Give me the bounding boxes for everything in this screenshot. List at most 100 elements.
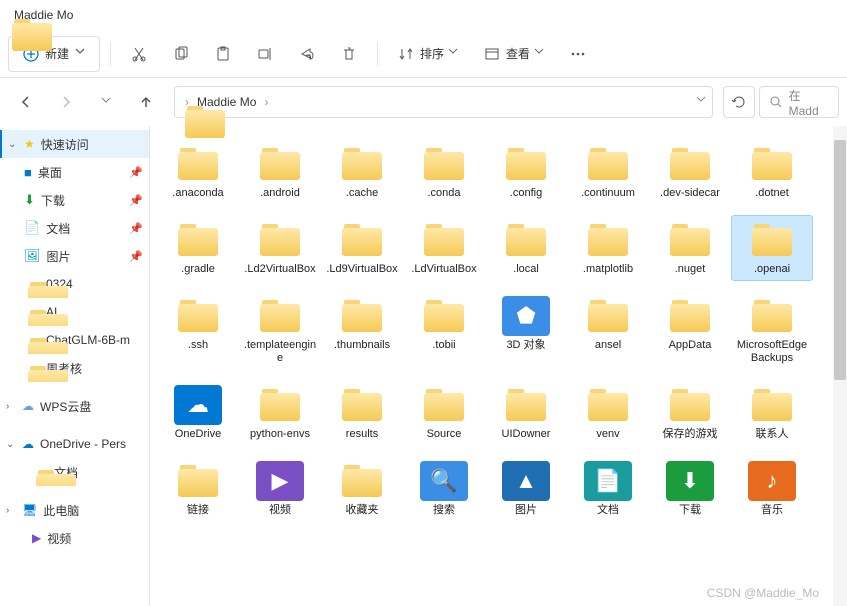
- share-button[interactable]: [289, 36, 325, 72]
- file-item[interactable]: .LdVirtualBox: [404, 216, 484, 280]
- breadcrumb-seg[interactable]: Maddie Mo: [193, 93, 260, 111]
- chevron-down-icon: ⌄: [6, 439, 16, 450]
- folder-icon: [666, 385, 714, 425]
- file-label: .thumbnails: [334, 339, 390, 352]
- file-item[interactable]: 链接: [158, 457, 238, 521]
- file-item[interactable]: .tobii: [404, 292, 484, 369]
- file-item[interactable]: .templateengine: [240, 292, 320, 369]
- pc-icon: 🖥: [22, 503, 37, 517]
- file-label: 保存的游戏: [663, 428, 718, 441]
- file-item[interactable]: ⬟3D 对象: [486, 292, 566, 369]
- search-input[interactable]: 在 Madd: [759, 86, 839, 118]
- file-label: .conda: [427, 187, 460, 200]
- sidebar-onedrive[interactable]: ⌄ ☁ OneDrive - Pers: [0, 430, 149, 458]
- chevron-down-icon[interactable]: [696, 94, 706, 110]
- file-item[interactable]: 保存的游戏: [650, 381, 730, 445]
- breadcrumb[interactable]: › Maddie Mo ›: [174, 86, 713, 118]
- sidebar-quick-access[interactable]: ⌄ ★ 快速访问: [0, 130, 149, 158]
- file-item[interactable]: Source: [404, 381, 484, 445]
- file-item[interactable]: ⬇下载: [650, 457, 730, 521]
- delete-button[interactable]: [331, 36, 367, 72]
- sidebar-item-桌面[interactable]: ■桌面📌: [0, 158, 149, 186]
- file-item[interactable]: .nuget: [650, 216, 730, 280]
- sidebar-item-文档[interactable]: 📄文档📌: [0, 214, 149, 242]
- folder-icon: [666, 144, 714, 184]
- file-item[interactable]: .conda: [404, 140, 484, 204]
- file-item[interactable]: .matplotlib: [568, 216, 648, 280]
- paste-button[interactable]: [205, 36, 241, 72]
- cloud-icon: ☁: [22, 399, 34, 413]
- file-item[interactable]: 联系人: [732, 381, 812, 445]
- sidebar-item-AI[interactable]: AI: [0, 298, 149, 326]
- sidebar-item-label: 桌面: [38, 164, 62, 181]
- sidebar-wps[interactable]: › ☁ WPS云盘: [0, 392, 149, 420]
- cut-button[interactable]: [121, 36, 157, 72]
- sidebar-item-周考核[interactable]: 周考核: [0, 354, 149, 382]
- trash-icon: [341, 46, 357, 62]
- file-item[interactable]: ▶视频: [240, 457, 320, 521]
- folder-icon: [584, 144, 632, 184]
- sidebar-item-label: 文档: [46, 220, 70, 237]
- chevron-down-icon: [75, 46, 85, 62]
- file-item[interactable]: ansel: [568, 292, 648, 369]
- file-label: .continuum: [581, 187, 635, 200]
- sidebar-item-ChatGLM-6B-m[interactable]: ChatGLM-6B-m: [0, 326, 149, 354]
- file-item[interactable]: .ssh: [158, 292, 238, 369]
- view-button[interactable]: 查看: [474, 36, 554, 72]
- file-item[interactable]: .thumbnails: [322, 292, 402, 369]
- sidebar-videos[interactable]: ▶ 视频: [0, 524, 149, 552]
- file-item[interactable]: .gradle: [158, 216, 238, 280]
- file-item[interactable]: .Ld2VirtualBox: [240, 216, 320, 280]
- file-label: python-envs: [250, 428, 310, 441]
- file-item[interactable]: UIDowner: [486, 381, 566, 445]
- file-item[interactable]: AppData: [650, 292, 730, 369]
- folder-icon: [338, 385, 386, 425]
- sidebar-item-下载[interactable]: ⬇下载📌: [0, 186, 149, 214]
- sort-button[interactable]: 排序: [388, 36, 468, 72]
- file-item[interactable]: MicrosoftEdgeBackups: [732, 292, 812, 369]
- up-button[interactable]: [128, 84, 164, 120]
- file-item[interactable]: ▲图片: [486, 457, 566, 521]
- folder-icon: [174, 144, 222, 184]
- sort-icon: [398, 46, 414, 62]
- scroll-thumb[interactable]: [834, 140, 846, 380]
- sidebar-item-图片[interactable]: 🖼图片📌: [0, 242, 149, 270]
- folder-icon: [338, 296, 386, 336]
- file-item[interactable]: .dotnet: [732, 140, 812, 204]
- file-item[interactable]: results: [322, 381, 402, 445]
- sidebar: ⌄ ★ 快速访问 ■桌面📌⬇下载📌📄文档📌🖼图片📌0324AIChatGLM-6…: [0, 126, 150, 606]
- file-item[interactable]: .dev-sidecar: [650, 140, 730, 204]
- file-item[interactable]: .android: [240, 140, 320, 204]
- refresh-button[interactable]: [723, 86, 755, 118]
- file-item[interactable]: 收藏夹: [322, 457, 402, 521]
- copy-button[interactable]: [163, 36, 199, 72]
- file-item[interactable]: venv: [568, 381, 648, 445]
- file-item[interactable]: .openai: [732, 216, 812, 280]
- file-item[interactable]: 🔍搜索: [404, 457, 484, 521]
- scrollbar[interactable]: [833, 126, 847, 606]
- folder-icon: [256, 385, 304, 425]
- folder-icon: [256, 144, 304, 184]
- file-item[interactable]: .anaconda: [158, 140, 238, 204]
- file-item[interactable]: .config: [486, 140, 566, 204]
- more-button[interactable]: [560, 36, 596, 72]
- pin-icon: 📌: [129, 194, 143, 207]
- file-item[interactable]: python-envs: [240, 381, 320, 445]
- folder-icon: [24, 278, 40, 290]
- share-icon: [299, 46, 315, 62]
- file-item[interactable]: 📄文档: [568, 457, 648, 521]
- search-icon: 🔍: [420, 461, 468, 501]
- sidebar-item-0324[interactable]: 0324: [0, 270, 149, 298]
- file-item[interactable]: .continuum: [568, 140, 648, 204]
- file-item[interactable]: .Ld9VirtualBox: [322, 216, 402, 280]
- forward-button[interactable]: [48, 84, 84, 120]
- sidebar-onedrive-docs[interactable]: 文档: [0, 458, 149, 486]
- rename-button[interactable]: [247, 36, 283, 72]
- recent-button[interactable]: [88, 84, 124, 120]
- file-item[interactable]: ♪音乐: [732, 457, 812, 521]
- file-item[interactable]: .local: [486, 216, 566, 280]
- back-button[interactable]: [8, 84, 44, 120]
- file-item[interactable]: ☁OneDrive: [158, 381, 238, 445]
- sidebar-thispc[interactable]: › 🖥 此电脑: [0, 496, 149, 524]
- file-item[interactable]: .cache: [322, 140, 402, 204]
